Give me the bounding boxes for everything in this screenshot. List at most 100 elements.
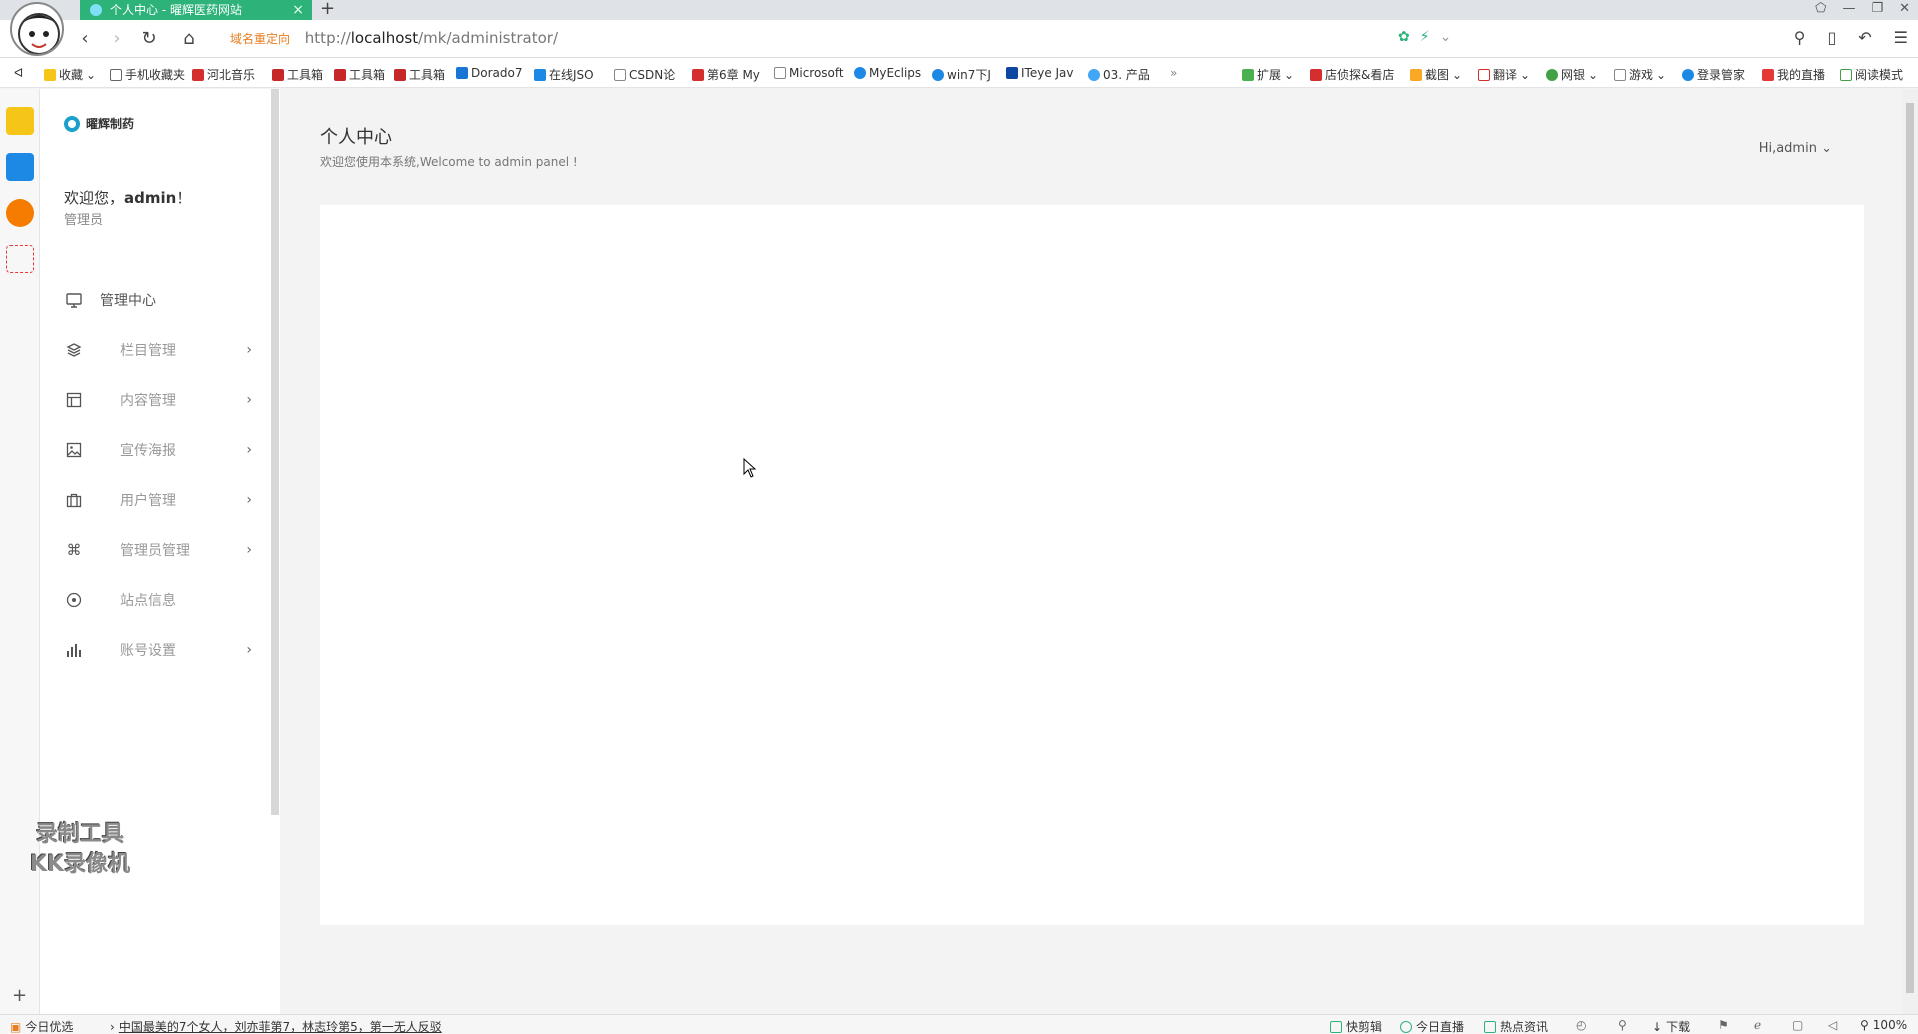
content-panel	[320, 205, 1864, 925]
translate-icon	[1478, 68, 1490, 81]
security-icon[interactable]: ✿	[1398, 29, 1410, 45]
minimize-icon[interactable]: —	[1842, 1, 1855, 16]
window-icon[interactable]: ▢	[1792, 1018, 1803, 1032]
favorites-icon[interactable]	[6, 107, 34, 135]
screenshot-icon	[1410, 68, 1422, 81]
tab-title: 个人中心 - 曜辉医药网站	[110, 3, 242, 17]
search-icon[interactable]: ⚲	[1794, 28, 1806, 47]
toolbar-item[interactable]: 翻译 ⌄	[1478, 66, 1530, 83]
tab-favicon-icon	[90, 4, 102, 16]
layers-icon	[64, 340, 84, 360]
speed-mode-icon[interactable]: ⚡	[1420, 29, 1430, 45]
forward-icon[interactable]: ›	[106, 28, 128, 49]
chevron-right-icon: ›	[246, 392, 252, 408]
ie-icon[interactable]: ℯ	[1754, 1018, 1761, 1032]
scrollbar-thumb[interactable]	[1906, 103, 1914, 993]
bookmark-item[interactable]: 收藏 ⌄	[44, 66, 96, 83]
sound-icon[interactable]: ◁	[1828, 1018, 1837, 1032]
new-tab-icon[interactable]: +	[320, 0, 335, 19]
bookmark-icon[interactable]: ▯	[1827, 28, 1836, 47]
news-ticker[interactable]: › 中国最美的7个女人，刘亦菲第7，林志玲第5，第一无人反驳	[110, 1018, 442, 1034]
menu-item-users[interactable]: 用户管理 ›	[40, 475, 272, 525]
toolbar-item[interactable]: 阅读模式	[1840, 66, 1903, 83]
user-avatar[interactable]	[10, 2, 64, 56]
toolbar-item[interactable]: 游戏 ⌄	[1614, 66, 1666, 83]
bookmark-item[interactable]: 河北音乐	[192, 66, 255, 83]
menu-item-account-settings[interactable]: 账号设置 ›	[40, 625, 272, 675]
menu-item-content[interactable]: 内容管理 ›	[40, 375, 272, 425]
bookmark-item[interactable]: 在线JSO	[534, 66, 594, 83]
downloads[interactable]: ↓ 下载	[1652, 1018, 1690, 1034]
add-sidebar-icon[interactable]: +	[12, 985, 27, 1006]
toolbox-icon	[394, 68, 406, 81]
flag-icon[interactable]: ⚑	[1718, 1018, 1729, 1032]
home-icon[interactable]: ⌂	[178, 28, 200, 49]
page-icon	[774, 67, 786, 79]
welcome-username: admin	[124, 189, 177, 207]
dropdown-icon[interactable]: ⌄	[1440, 29, 1452, 45]
weibo-icon[interactable]	[6, 199, 34, 227]
close-window-icon[interactable]: ✕	[1899, 1, 1910, 16]
toolbar-item[interactable]: 我的直播	[1762, 66, 1825, 83]
menu-item-site-info[interactable]: 站点信息	[40, 575, 272, 625]
menu-item-admins[interactable]: ⌘ 管理员管理 ›	[40, 525, 272, 575]
bookmark-item[interactable]: 第6章 My	[692, 66, 760, 83]
hot-news[interactable]: 热点资讯	[1484, 1018, 1548, 1034]
chevron-right-icon: ›	[246, 492, 252, 508]
gift-icon: ▣	[10, 1019, 22, 1034]
undo-icon[interactable]: ↶	[1858, 28, 1871, 47]
toolbar-item[interactable]: 登录管家	[1682, 66, 1745, 83]
bookmark-item[interactable]: 工具箱	[334, 66, 385, 83]
bookmark-item[interactable]: CSDN论	[614, 66, 675, 83]
menu-icon[interactable]: ☰	[1894, 28, 1908, 47]
toolbar-item[interactable]: 扩展 ⌄	[1242, 66, 1294, 83]
redirect-label: 域名重定向	[230, 32, 291, 46]
daily-picks[interactable]: ▣ 今日优选	[10, 1018, 73, 1034]
chevron-right-icon: ›	[246, 342, 252, 358]
more-bookmarks[interactable]: »	[1170, 66, 1177, 80]
browser-tab[interactable]: 个人中心 - 曜辉医药网站 ×	[80, 0, 312, 20]
menu-item-columns[interactable]: 栏目管理 ›	[40, 325, 272, 375]
bookmark-item[interactable]: Microsoft	[774, 66, 844, 80]
chapter-icon	[692, 68, 704, 81]
today-live[interactable]: 今日直播	[1400, 1018, 1464, 1034]
bar-chart-icon	[64, 640, 84, 660]
bookmark-item[interactable]: ITeye Jav	[1006, 66, 1074, 80]
quick-cut[interactable]: 快剪辑	[1330, 1018, 1382, 1034]
menu-item-posters[interactable]: 宣传海报 ›	[40, 425, 272, 475]
url-field[interactable]: 域名重定向 http://localhost/mk/administrator/	[230, 29, 558, 47]
bookmark-item[interactable]: 工具箱	[394, 66, 445, 83]
tab-close-icon[interactable]: ×	[292, 0, 304, 20]
toolbar-item[interactable]: 截图 ⌄	[1410, 66, 1462, 83]
bookmarks-toggle-icon[interactable]: ᐊ	[14, 66, 23, 80]
speedup-icon[interactable]: ◴	[1576, 1018, 1586, 1032]
back-icon[interactable]: ‹	[74, 28, 96, 49]
pin-icon[interactable]: ⚲	[1618, 1018, 1627, 1032]
paw-icon	[854, 67, 866, 79]
site-logo[interactable]: 曜辉制药	[64, 115, 134, 132]
layout-icon	[64, 390, 84, 410]
notes-icon[interactable]	[6, 153, 34, 181]
toolbar-item[interactable]: 店侦探&看店	[1310, 66, 1394, 83]
restore-icon[interactable]: ❐	[1871, 1, 1883, 16]
live-icon	[1762, 68, 1774, 81]
bookmark-item[interactable]: MyEclips	[854, 66, 921, 80]
user-menu-dropdown[interactable]: Hi,admin ⌄	[1759, 141, 1832, 156]
toolbar-item[interactable]: 网银 ⌄	[1546, 66, 1598, 83]
welcome-text: 欢迎您，admin！	[64, 189, 192, 207]
dorado-icon	[456, 67, 468, 79]
sidebar-scrollbar[interactable]	[271, 89, 279, 815]
bookmark-item[interactable]: Dorado7	[456, 66, 522, 80]
reload-icon[interactable]: ↻	[138, 28, 160, 49]
bookmark-item[interactable]: win7下J	[932, 66, 991, 83]
status-bar: ▣ 今日优选 › 中国最美的7个女人，刘亦菲第7，林志玲第5，第一无人反驳 快剪辑 …	[0, 1014, 1918, 1034]
page-scrollbar[interactable]	[1902, 89, 1918, 1014]
skin-icon[interactable]: ⬠	[1815, 1, 1826, 16]
mail-icon[interactable]	[6, 245, 34, 273]
menu-item-dashboard[interactable]: 管理中心	[40, 275, 272, 325]
bookmark-item[interactable]: 手机收藏夹	[110, 66, 185, 83]
zoom-level[interactable]: ⚲ 100%	[1860, 1018, 1907, 1032]
bookmark-item[interactable]: 工具箱	[272, 66, 323, 83]
bookmark-item[interactable]: 03. 产品	[1088, 66, 1150, 83]
chevron-down-icon: ⌄	[1821, 141, 1832, 156]
